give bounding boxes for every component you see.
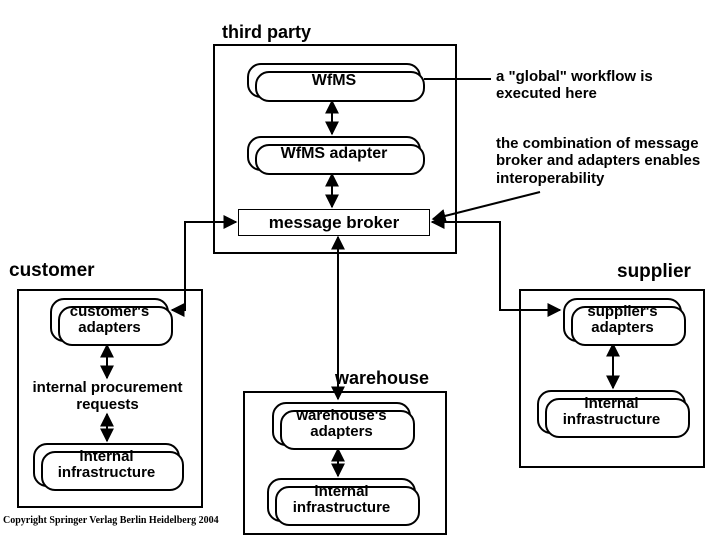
suppliers-adapters-node: supplier's adapters	[563, 298, 682, 342]
third-party-label: third party	[222, 22, 311, 43]
wfms-text: WfMS	[312, 72, 356, 90]
warehouses-adapters-node: warehouse's adapters	[272, 402, 411, 446]
suppliers-adapters-text: supplier's adapters	[565, 304, 680, 336]
annotation-combination: the combination of message broker and ad…	[496, 135, 719, 187]
copyright-text: Copyright Springer Verlag Berlin Heidelb…	[3, 515, 219, 526]
wfms-adapter-node: WfMS adapter	[247, 136, 421, 171]
warehouse-internal-infra-node: internal infrastructure	[267, 478, 416, 522]
customers-adapters-node: customer's adapters	[50, 298, 169, 342]
wfms-adapter-text: WfMS adapter	[281, 145, 388, 163]
warehouses-adapters-text: warehouse's adapters	[274, 408, 409, 440]
warehouse-label: warehouse	[335, 368, 455, 389]
internal-procurement-text: internal procurement requests	[25, 379, 190, 414]
message-broker-text: message broker	[269, 213, 399, 233]
annotation-global-workflow: a "global" workflow is executed here	[496, 68, 720, 103]
customers-adapters-text: customer's adapters	[52, 304, 167, 336]
customer-internal-infra-text: internal infrastructure	[35, 449, 178, 481]
supplier-internal-infra-text: internal infrastructure	[539, 396, 684, 428]
warehouse-internal-infra-text: internal infrastructure	[269, 484, 414, 516]
supplier-internal-infra-node: internal infrastructure	[537, 390, 686, 434]
customer-internal-infra-node: internal infrastructure	[33, 443, 180, 487]
customer-label: customer	[9, 260, 95, 282]
supplier-label: supplier	[617, 261, 691, 283]
wfms-node: WfMS	[247, 63, 421, 98]
message-broker-node: message broker	[238, 209, 430, 236]
